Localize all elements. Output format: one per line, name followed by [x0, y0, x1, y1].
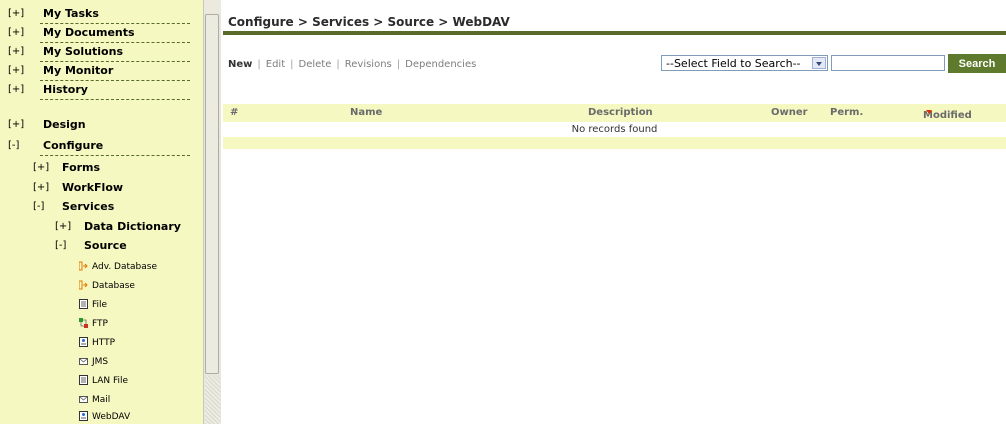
col-owner-header[interactable]: Owner	[771, 107, 808, 118]
expand-toggle[interactable]: [+]	[8, 8, 24, 19]
nav-item-my-solutions[interactable]: [+] My Solutions	[0, 44, 203, 62]
search-input[interactable]	[831, 55, 945, 71]
nav-item-my-monitor[interactable]: [+] My Monitor	[0, 63, 203, 81]
search-field-select-value: --Select Field to Search--	[666, 57, 801, 70]
col-name-header[interactable]: Name	[350, 107, 382, 118]
source-item-ftp[interactable]: FTP	[79, 318, 108, 335]
nav-item-history[interactable]: [+] History	[0, 82, 203, 100]
nav-label[interactable]: Data Dictionary	[84, 220, 181, 233]
envelope-icon	[79, 396, 88, 403]
scroll-up-button[interactable]	[204, 0, 221, 13]
source-item-mail[interactable]: Mail	[79, 395, 110, 411]
source-item-http[interactable]: HTTP	[79, 337, 115, 354]
breadcrumb-underline	[223, 31, 1006, 35]
expand-toggle[interactable]: [+]	[55, 221, 71, 232]
nav-label[interactable]: Services	[62, 200, 114, 213]
action-toolbar: New | Edit | Delete | Revisions | Dependencies	[228, 59, 477, 70]
source-item-label[interactable]: LAN File	[92, 376, 128, 386]
database-connector-icon	[79, 261, 88, 271]
collapse-toggle[interactable]: [-]	[55, 240, 66, 251]
source-item-lan-file[interactable]: LAN File	[79, 375, 128, 392]
divider	[40, 99, 190, 100]
scrollbar-track[interactable]	[205, 376, 220, 424]
expand-toggle[interactable]: [+]	[8, 27, 24, 38]
web-page-icon	[79, 411, 88, 421]
nav-label[interactable]: Configure	[43, 139, 103, 152]
source-item-label[interactable]: Database	[92, 281, 135, 291]
col-description-header[interactable]: Description	[588, 107, 653, 118]
dependencies-link[interactable]: Dependencies	[405, 59, 476, 70]
expand-toggle[interactable]: [+]	[8, 65, 24, 76]
expand-toggle[interactable]: [+]	[8, 119, 24, 130]
source-item-label[interactable]: File	[92, 300, 107, 310]
nav-item-my-documents[interactable]: [+] My Documents	[0, 25, 203, 43]
web-page-icon	[79, 337, 88, 347]
new-link[interactable]: New	[228, 59, 252, 70]
nav-label[interactable]: History	[43, 83, 88, 96]
chevron-down-icon[interactable]	[812, 57, 826, 69]
nav-item-source[interactable]: [-] Source	[0, 238, 203, 256]
source-item-webdav[interactable]: WebDAV	[79, 411, 130, 424]
source-item-label[interactable]: WebDAV	[92, 412, 130, 422]
collapse-toggle[interactable]: [-]	[33, 201, 44, 212]
delete-link[interactable]: Delete	[299, 59, 332, 70]
collapse-toggle[interactable]: [-]	[8, 140, 19, 151]
nav-item-configure[interactable]: [-] Configure	[0, 138, 203, 156]
expand-toggle[interactable]: [+]	[33, 182, 49, 193]
source-item-file[interactable]: File	[79, 299, 107, 316]
search-button[interactable]: Search	[948, 54, 1006, 73]
divider	[40, 80, 190, 81]
nav-label[interactable]: Forms	[62, 161, 100, 174]
expand-toggle[interactable]: [+]	[8, 46, 24, 57]
file-icon	[79, 375, 88, 385]
nav-item-design[interactable]: [+] Design	[0, 117, 203, 135]
expand-toggle[interactable]: [+]	[8, 84, 24, 95]
nav-item-data-dictionary[interactable]: [+] Data Dictionary	[0, 219, 203, 237]
divider	[40, 42, 190, 43]
nav-label[interactable]: My Monitor	[43, 64, 113, 77]
nav-label[interactable]: My Documents	[43, 26, 135, 39]
source-item-jms[interactable]: JMS	[79, 357, 108, 373]
divider	[40, 61, 190, 62]
sidebar-nav: [+] My Tasks [+] My Documents [+] My Sol…	[0, 0, 203, 424]
divider	[40, 155, 190, 156]
source-item-label[interactable]: JMS	[92, 357, 108, 367]
database-connector-icon	[79, 280, 88, 290]
sidebar-scrollbar[interactable]	[203, 0, 221, 424]
nav-item-forms[interactable]: [+] Forms	[0, 160, 203, 178]
search-field-select[interactable]: --Select Field to Search--	[661, 55, 828, 71]
source-item-label[interactable]: HTTP	[92, 338, 115, 348]
edit-link[interactable]: Edit	[266, 59, 285, 70]
nav-label[interactable]: My Tasks	[43, 7, 99, 20]
sort-desc-icon	[926, 110, 932, 114]
nav-label[interactable]: WorkFlow	[62, 181, 123, 194]
col-number-header: #	[230, 107, 239, 118]
source-item-label[interactable]: Mail	[92, 395, 110, 405]
ftp-icon	[79, 318, 88, 328]
col-perm-header[interactable]: Perm.	[830, 107, 863, 118]
table-header: # Name Description Owner Perm. Modified	[223, 104, 1006, 122]
expand-toggle[interactable]: [+]	[33, 162, 49, 173]
file-icon	[79, 299, 88, 309]
nav-item-services[interactable]: [-] Services	[0, 199, 203, 217]
source-item-label[interactable]: FTP	[92, 319, 108, 329]
breadcrumb: Configure > Services > Source > WebDAV	[228, 15, 510, 29]
envelope-icon	[79, 358, 88, 365]
revisions-link[interactable]: Revisions	[345, 59, 392, 70]
empty-table-message: No records found	[571, 124, 658, 135]
nav-label[interactable]: My Solutions	[43, 45, 123, 58]
table-footer	[223, 137, 1006, 149]
scrollbar-thumb[interactable]	[205, 14, 219, 374]
source-item-database[interactable]: Database	[79, 280, 135, 297]
nav-label[interactable]: Design	[43, 118, 86, 131]
nav-label[interactable]: Source	[84, 239, 127, 252]
nav-item-workflow[interactable]: [+] WorkFlow	[0, 180, 203, 198]
source-item-label[interactable]: Adv. Database	[92, 262, 157, 272]
divider	[40, 23, 190, 24]
source-item-adv-database[interactable]: Adv. Database	[79, 261, 157, 278]
nav-item-my-tasks[interactable]: [+] My Tasks	[0, 6, 203, 24]
